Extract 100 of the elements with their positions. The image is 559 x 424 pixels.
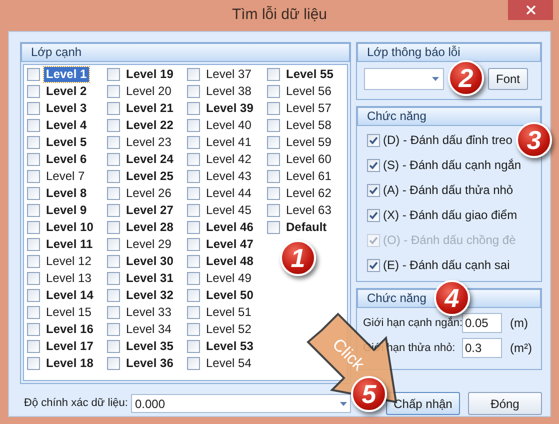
layer-label[interactable]: Level 32 [124, 288, 176, 303]
checkbox[interactable] [107, 238, 120, 251]
checkbox[interactable] [187, 204, 200, 217]
checkbox[interactable] [107, 68, 120, 81]
checkbox[interactable] [107, 289, 120, 302]
checkbox[interactable] [187, 289, 200, 302]
layer-label[interactable]: Level 47 [204, 237, 256, 252]
layer-label[interactable]: Level 55 [284, 67, 336, 82]
checkbox[interactable] [187, 306, 200, 319]
layer-label[interactable]: Level 62 [284, 186, 334, 201]
layer-label[interactable]: Level 19 [124, 67, 176, 82]
checkbox[interactable] [27, 272, 40, 285]
precision-dropdown[interactable]: 0.000 [130, 394, 351, 413]
layer-label[interactable]: Level 21 [124, 101, 176, 116]
checkbox[interactable] [107, 153, 120, 166]
limit-field[interactable]: 0.3 [462, 338, 502, 358]
layer-label[interactable]: Level 18 [44, 356, 96, 371]
layer-label[interactable]: Level 6 [44, 152, 89, 167]
layer-label[interactable]: Level 23 [124, 135, 174, 150]
checkbox[interactable] [187, 102, 200, 115]
checkbox[interactable] [27, 323, 40, 336]
layer-label[interactable]: Level 25 [124, 169, 176, 184]
layer-label[interactable]: Level 57 [284, 101, 334, 116]
close-button[interactable] [508, 0, 553, 20]
checkbox[interactable] [367, 184, 380, 197]
checkbox[interactable] [107, 340, 120, 353]
dialog-button[interactable]: Chấp nhận [386, 392, 460, 415]
layer-label[interactable]: Level 44 [204, 186, 254, 201]
checkbox[interactable] [27, 221, 40, 234]
checkbox[interactable] [27, 153, 40, 166]
checkbox[interactable] [107, 102, 120, 115]
checkbox[interactable] [27, 68, 40, 81]
checkbox[interactable] [27, 255, 40, 268]
layer-label[interactable]: Level 33 [124, 305, 174, 320]
layer-label[interactable]: Level 53 [204, 339, 256, 354]
checkbox[interactable] [107, 119, 120, 132]
checkbox[interactable] [27, 340, 40, 353]
checkbox[interactable] [27, 102, 40, 115]
checkbox[interactable] [187, 323, 200, 336]
layer-label[interactable]: Level 50 [204, 288, 256, 303]
layer-dropdown[interactable] [364, 68, 444, 90]
checkbox[interactable] [187, 255, 200, 268]
layer-label[interactable]: Level 63 [284, 203, 334, 218]
layer-label[interactable]: Level 31 [124, 271, 176, 286]
checkbox[interactable] [267, 102, 280, 115]
checkbox[interactable] [187, 238, 200, 251]
checkbox[interactable] [27, 357, 40, 370]
layer-label[interactable]: Level 42 [204, 152, 254, 167]
checkbox[interactable] [27, 289, 40, 302]
checkbox[interactable] [107, 255, 120, 268]
checkbox[interactable] [267, 85, 280, 98]
checkbox[interactable] [27, 204, 40, 217]
layer-label[interactable]: Level 30 [124, 254, 176, 269]
checkbox[interactable] [267, 221, 280, 234]
checkbox[interactable] [187, 340, 200, 353]
layer-label[interactable]: Level 35 [124, 339, 176, 354]
checkbox[interactable] [187, 153, 200, 166]
layer-label[interactable]: Level 2 [44, 84, 89, 99]
layer-label[interactable]: Level 5 [44, 135, 89, 150]
layer-label[interactable]: Level 49 [204, 271, 254, 286]
checkbox[interactable] [27, 238, 40, 251]
layer-label[interactable]: Level 60 [284, 152, 334, 167]
layer-label[interactable]: Level 46 [204, 220, 256, 235]
layer-label[interactable]: Level 29 [124, 237, 174, 252]
layer-label[interactable]: Level 17 [44, 339, 96, 354]
checkbox[interactable] [267, 204, 280, 217]
layer-label[interactable]: Level 8 [44, 186, 89, 201]
layer-label[interactable]: Level 56 [284, 84, 334, 99]
layer-label[interactable]: Level 45 [204, 203, 254, 218]
layer-label[interactable]: Level 15 [44, 305, 94, 320]
checkbox[interactable] [367, 259, 380, 272]
checkbox[interactable] [27, 306, 40, 319]
checkbox[interactable] [107, 136, 120, 149]
checkbox[interactable] [267, 187, 280, 200]
layer-label[interactable]: Level 13 [44, 271, 94, 286]
checkbox[interactable] [107, 323, 120, 336]
layer-label[interactable]: Level 39 [204, 101, 256, 116]
layer-label[interactable]: Level 54 [204, 356, 254, 371]
checkbox[interactable] [187, 170, 200, 183]
checkbox[interactable] [187, 68, 200, 81]
layer-label[interactable]: Level 41 [204, 135, 254, 150]
checkbox[interactable] [107, 221, 120, 234]
checkbox[interactable] [27, 187, 40, 200]
checkbox[interactable] [367, 209, 380, 222]
checkbox[interactable] [27, 170, 40, 183]
checkbox[interactable] [267, 170, 280, 183]
font-button[interactable]: Font [488, 68, 528, 90]
checkbox[interactable] [187, 119, 200, 132]
checkbox[interactable] [107, 357, 120, 370]
checkbox[interactable] [267, 153, 280, 166]
checkbox[interactable] [27, 136, 40, 149]
layer-label[interactable]: Level 38 [204, 84, 254, 99]
checkbox[interactable] [367, 134, 380, 147]
checkbox[interactable] [187, 136, 200, 149]
checkbox[interactable] [107, 170, 120, 183]
layer-label[interactable]: Level 59 [284, 135, 334, 150]
checkbox[interactable] [187, 187, 200, 200]
checkbox[interactable] [107, 85, 120, 98]
checkbox[interactable] [107, 204, 120, 217]
layer-label[interactable]: Level 40 [204, 118, 254, 133]
